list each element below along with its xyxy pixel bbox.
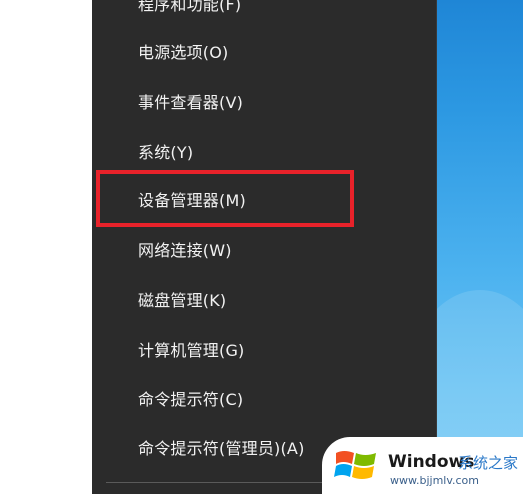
watermark-url: www.bjjmlv.com — [390, 474, 479, 487]
menu-item-system[interactable]: 系统(Y) — [138, 143, 193, 163]
menu-item-network-connections[interactable]: 网络连接(W) — [138, 241, 232, 261]
menu-item-disk-management[interactable]: 磁盘管理(K) — [138, 291, 226, 311]
menu-item-power-options[interactable]: 电源选项(O) — [138, 43, 228, 63]
menu-item-command-prompt[interactable]: 命令提示符(C) — [138, 390, 243, 410]
watermark-brand-sub: 系统之家 — [458, 454, 519, 472]
left-blank-area — [0, 0, 92, 494]
winx-context-menu: 程序和功能(F) 电源选项(O) 事件查看器(V) 系统(Y) 设备管理器(M)… — [92, 0, 437, 494]
desktop-background — [430, 0, 523, 494]
site-watermark: Windows 系统之家 www.bjjmlv.com — [322, 437, 523, 494]
menu-item-computer-management[interactable]: 计算机管理(G) — [138, 341, 244, 361]
menu-item-event-viewer[interactable]: 事件查看器(V) — [138, 93, 243, 113]
windows-logo-icon — [334, 451, 376, 479]
menu-item-programs-and-features[interactable]: 程序和功能(F) — [138, 0, 241, 15]
device-manager-highlight-box — [96, 170, 354, 227]
menu-item-command-prompt-admin[interactable]: 命令提示符(管理员)(A) — [138, 439, 305, 459]
